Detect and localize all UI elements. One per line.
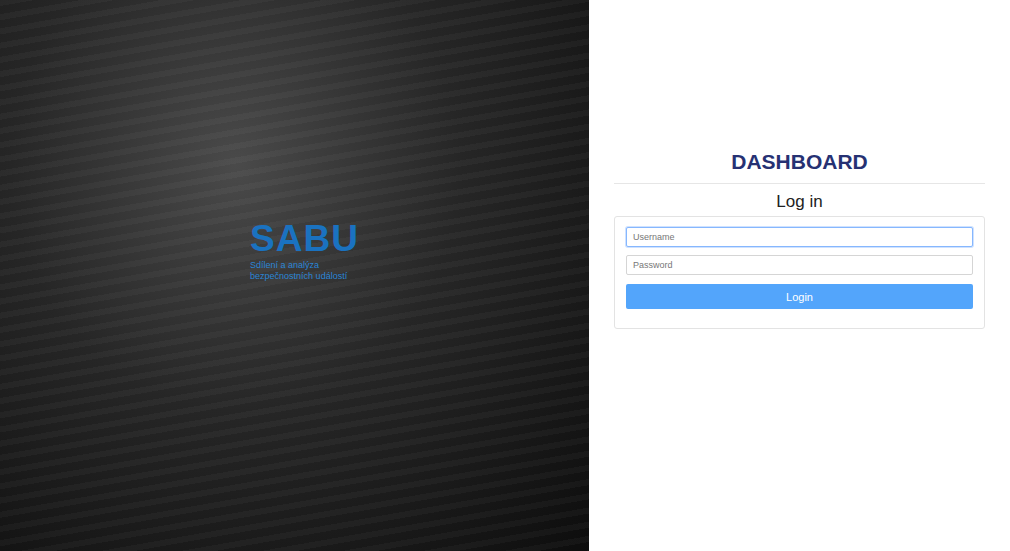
login-panel: DASHBOARD Log in Login [589, 0, 1010, 551]
sabu-logo: SABU Sdílení a analýzabezpečnostních udál… [250, 220, 359, 281]
logo-subtitle-line: Sdílení a analýza [250, 260, 359, 270]
server-photo: SABU Sdílení a analýzabezpečnostních udál… [0, 0, 589, 551]
dashboard-title: DASHBOARD [614, 150, 985, 184]
login-button[interactable]: Login [626, 284, 973, 309]
logo-title: SABU [250, 220, 359, 257]
login-title: Log in [614, 192, 985, 212]
username-input[interactable] [626, 227, 973, 247]
logo-subtitle: Sdílení a analýzabezpečnostních událostí [250, 260, 359, 281]
logo-subtitle-line: bezpečnostních událostí [250, 271, 359, 281]
login-page: SABU Sdílení a analýzabezpečnostních udál… [0, 0, 1010, 551]
password-input[interactable] [626, 255, 973, 275]
login-form: Login [614, 216, 985, 329]
